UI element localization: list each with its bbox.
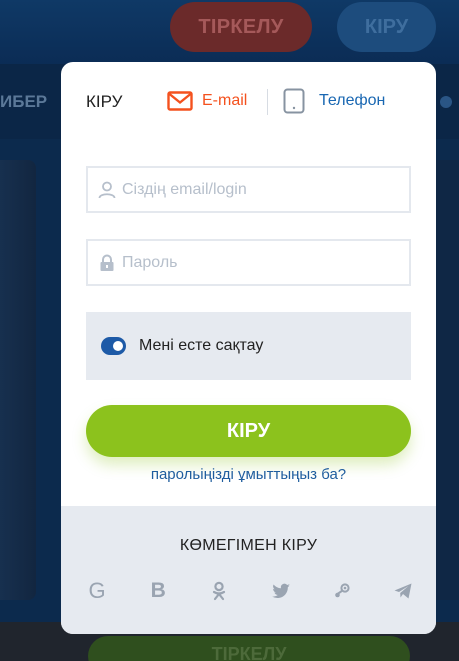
tab-phone-label: Телефон [319,92,386,109]
social-login-title: КӨМЕГІМЕН КІРУ [179,537,318,554]
background-nav-icon [440,96,452,108]
vk-glyph: B [150,579,166,602]
password-field[interactable] [86,239,411,286]
tab-email[interactable]: E-mail [167,89,247,113]
social-login-panel: КӨМЕГІМЕН КІРУ G B [61,506,436,634]
email-input[interactable] [122,180,402,199]
google-icon[interactable]: G [85,579,109,603]
envelope-icon [167,91,193,111]
lock-icon [100,254,114,271]
steam-svg [334,583,350,598]
telegram-svg [394,583,412,599]
modal-title: КІРУ [86,92,123,111]
google-glyph: G [88,578,106,603]
email-field[interactable] [86,166,411,213]
remember-me-toggle[interactable] [101,337,126,355]
user-icon [98,181,116,198]
forgot-password-link[interactable]: парольіңізді ұмыттыңыз ба? [61,466,436,483]
tab-phone[interactable]: Телефон [283,88,385,114]
password-input[interactable] [122,253,402,272]
tab-divider [267,89,268,115]
tab-email-label: E-mail [202,92,248,109]
remember-me-row: Мені есте сақтау [86,312,411,380]
steam-icon[interactable] [330,579,354,603]
background-nav-text: ИБЕР [0,92,48,111]
background-register-button: ТІРКЕЛУ [170,2,312,52]
odnoklassniki-svg [213,581,226,601]
remember-me-label[interactable]: Мені есте сақтау [139,337,263,355]
odnoklassniki-icon[interactable] [207,579,231,603]
login-button[interactable]: КІРУ [86,405,411,457]
toggle-knob [113,341,123,351]
phone-icon [283,88,305,114]
social-icons-row: G B [85,579,415,603]
twitter-icon[interactable] [269,579,293,603]
background-side-panel [436,160,459,600]
twitter-svg [271,583,290,599]
background-banner [0,160,36,600]
background-login-button: КІРУ [337,2,436,52]
background-footer-register-button: ТІРКЕЛУ [88,636,410,661]
vk-icon[interactable]: B [146,579,170,603]
login-modal: КІРУ E-mail Телефон Мені [61,62,436,634]
telegram-icon[interactable] [391,579,415,603]
